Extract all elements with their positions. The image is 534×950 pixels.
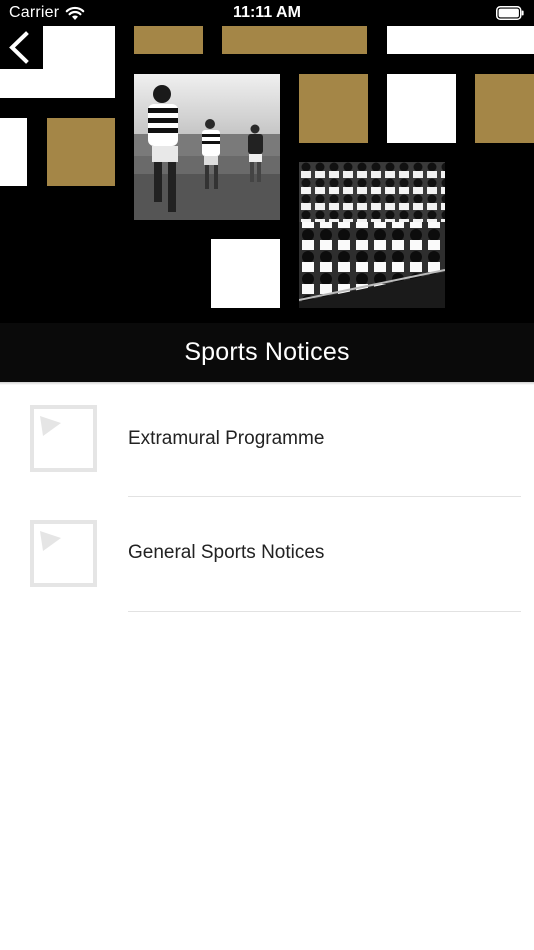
status-bar: Carrier 11:11 AM (0, 0, 534, 26)
list-item-label: Extramural Programme (128, 428, 325, 449)
chevron-left-icon (9, 31, 29, 64)
divider (128, 496, 521, 497)
collage-tile (475, 74, 534, 143)
list-item-general-sports-notices[interactable]: General Sports Notices (0, 499, 534, 613)
list-item-extramural-programme[interactable]: Extramural Programme (0, 385, 534, 499)
image-placeholder-icon (30, 405, 97, 472)
divider (128, 611, 521, 612)
collage-tile (387, 26, 534, 54)
collage-tile (299, 74, 368, 143)
back-button[interactable] (0, 26, 43, 69)
collage-tile (222, 26, 367, 54)
list-item-label: General Sports Notices (128, 542, 325, 563)
page-title-bar: Sports Notices (0, 323, 534, 382)
battery-icon (496, 6, 524, 20)
collage-tile (47, 118, 115, 186)
collage-tile (134, 26, 203, 54)
image-placeholder-icon (30, 520, 97, 587)
collage-tile (387, 74, 456, 143)
athletes-photo (134, 74, 280, 220)
collage-tile (0, 118, 27, 186)
collage-tile (211, 239, 280, 308)
header-banner (0, 26, 534, 323)
clock: 11:11 AM (233, 4, 301, 21)
page-title: Sports Notices (184, 338, 350, 366)
crowd-photo (299, 162, 445, 308)
